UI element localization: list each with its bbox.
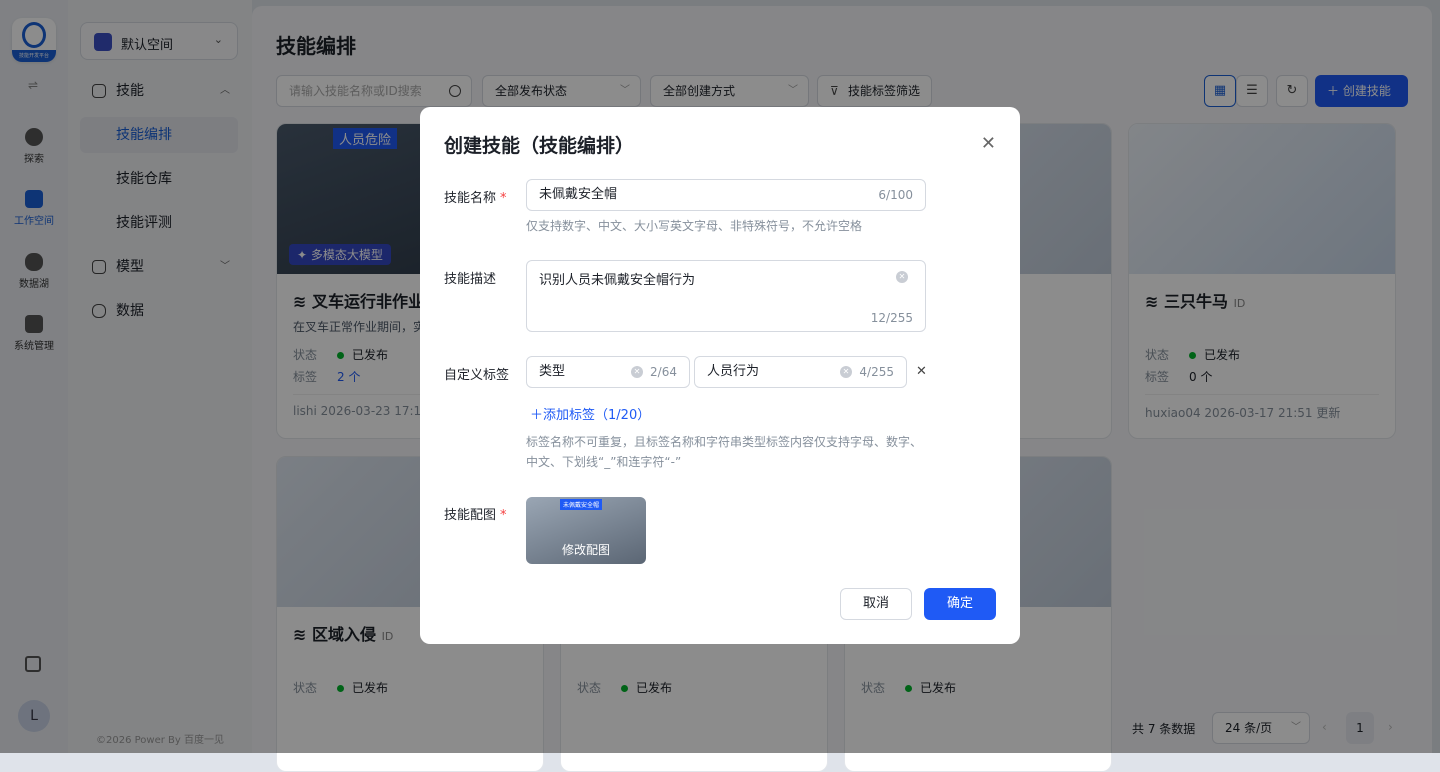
create-skill-dialog: 创建技能（技能编排） ✕ 技能名称 * 未佩戴安全帽 6/100 仅支持数字、中文… bbox=[420, 107, 1020, 644]
clear-icon[interactable]: ✕ bbox=[840, 366, 852, 378]
plus-icon: ＋ bbox=[530, 408, 544, 423]
cancel-button[interactable]: 取消 bbox=[840, 588, 912, 620]
tag-value-input[interactable]: 人员行为 ✕ 4/255 bbox=[694, 356, 907, 388]
change-image-button[interactable]: 修改配图 bbox=[526, 541, 646, 558]
skill-description-textarea[interactable]: 识别人员未佩戴安全帽行为 ✕ 12/255 bbox=[526, 260, 926, 332]
tag-hint: 标签名称不可重复，且标签名称和字符串类型标签内容仅支持字母、数字、 bbox=[526, 435, 923, 449]
image-label: 技能配图 * bbox=[444, 508, 507, 523]
confirm-button[interactable]: 确定 bbox=[924, 588, 996, 620]
char-count: 6/100 bbox=[878, 188, 913, 202]
dialog-title: 创建技能（技能编排） bbox=[444, 135, 635, 157]
tag-key-input[interactable]: 类型 ✕ 2/64 bbox=[526, 356, 690, 388]
tag-label: 自定义标签 bbox=[444, 368, 510, 383]
char-count: 12/255 bbox=[870, 311, 913, 325]
name-label: 技能名称 * bbox=[444, 191, 507, 206]
clear-icon[interactable]: ✕ bbox=[631, 366, 643, 378]
skill-name-input[interactable]: 未佩戴安全帽 6/100 bbox=[526, 179, 926, 211]
skill-image[interactable]: 未佩戴安全帽 修改配图 bbox=[526, 497, 646, 564]
add-tag-button[interactable]: ＋添加标签（1/20） bbox=[530, 404, 650, 423]
remove-tag-icon[interactable]: ✕ bbox=[916, 364, 927, 379]
desc-label: 技能描述 bbox=[444, 272, 497, 287]
tag-hint: 中文、下划线“_”和连字符“-” bbox=[526, 455, 682, 469]
close-icon[interactable]: ✕ bbox=[981, 133, 996, 154]
clear-icon[interactable]: ✕ bbox=[896, 271, 908, 283]
name-hint: 仅支持数字、中文、大小写英文字母、非特殊符号，不允许空格 bbox=[526, 219, 863, 233]
